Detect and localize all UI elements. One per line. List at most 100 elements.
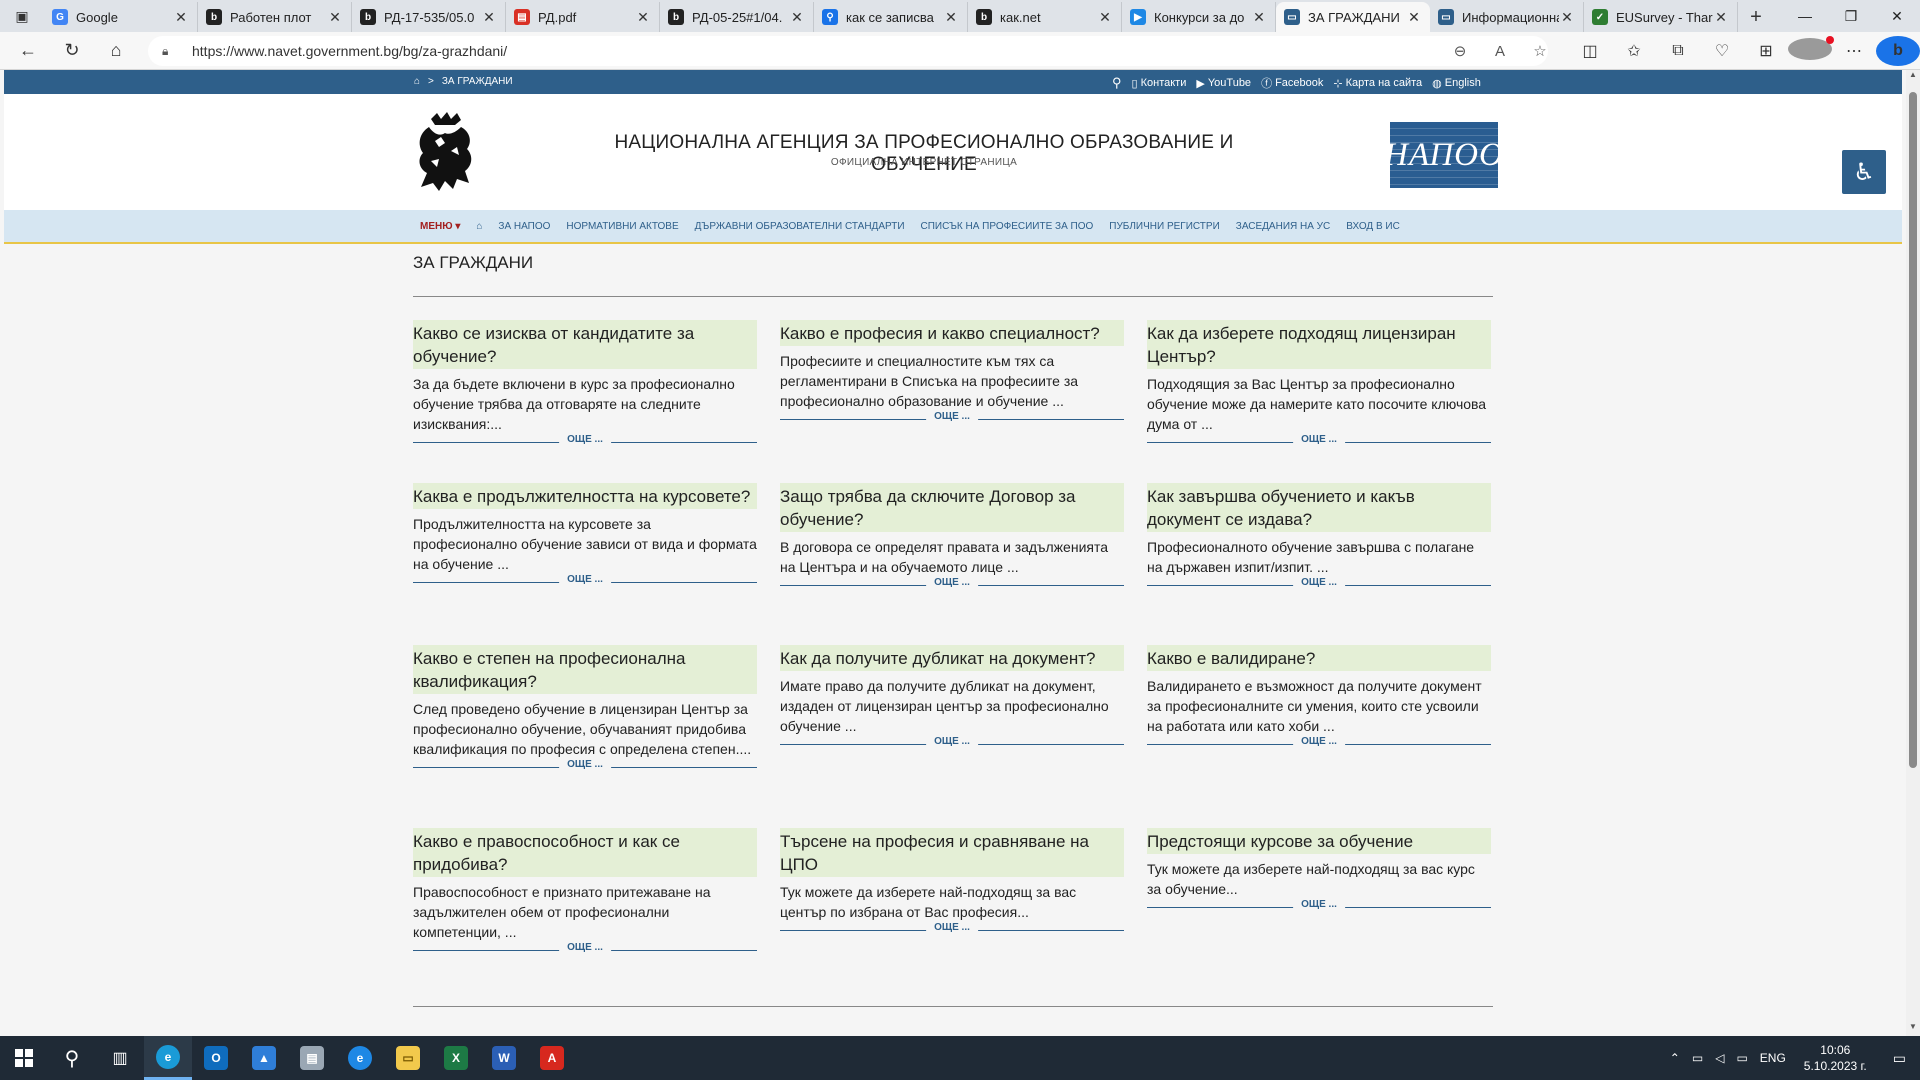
faq-card-title[interactable]: Как да изберете подходящ лицензиран Цент… — [1147, 320, 1491, 369]
more-link[interactable]: ОЩЕ ... — [1147, 577, 1491, 591]
browser-tab[interactable]: ▭ Информационна ✕ — [1430, 2, 1584, 32]
scroll-down-icon[interactable]: ▼ — [1906, 1022, 1920, 1036]
browser-tab[interactable]: ▶ Конкурси за до ✕ — [1122, 2, 1276, 32]
nav-home-icon[interactable]: ⌂ — [476, 221, 482, 232]
more-link[interactable]: ОЩЕ ... — [780, 577, 1124, 591]
nav-item[interactable]: ДЪРЖАВНИ ОБРАЗОВАТЕЛНИ СТАНДАРТИ — [695, 221, 905, 232]
browser-tab[interactable]: b Работен плот ✕ — [198, 2, 352, 32]
tab-close-icon[interactable]: ✕ — [789, 9, 805, 26]
youtube-link[interactable]: ▶ YouTube — [1196, 77, 1251, 90]
contacts-link[interactable]: ▯ Контакти — [1132, 77, 1187, 90]
faq-card-title[interactable]: Какво се изисква от кандидатите за обуче… — [413, 320, 757, 369]
nav-item[interactable]: НОРМАТИВНИ АКТОВЕ — [566, 221, 678, 232]
tab-close-icon[interactable]: ✕ — [1097, 9, 1113, 26]
nav-item[interactable]: СПИСЪК НА ПРОФЕСИИТЕ ЗА ПОО — [921, 221, 1094, 232]
tab-close-icon[interactable]: ✕ — [1406, 9, 1422, 26]
more-link[interactable]: ОЩЕ ... — [413, 434, 757, 448]
scroll-thumb[interactable] — [1909, 92, 1917, 768]
close-window-icon[interactable]: ✕ — [1874, 0, 1920, 32]
browser-tab[interactable]: G Google ✕ — [44, 2, 198, 32]
outlook-icon[interactable]: O — [192, 1036, 240, 1080]
nav-item[interactable]: ЗА НАПОО — [498, 221, 550, 232]
faq-card-title[interactable]: Как да получите дубликат на документ? — [780, 645, 1124, 671]
browser-tab[interactable]: ⚲ как се записва ✕ — [814, 2, 968, 32]
faq-card-title[interactable]: Как завършва обучението и какъв документ… — [1147, 483, 1491, 532]
facebook-link[interactable]: ⓕ Facebook — [1261, 75, 1323, 91]
tab-close-icon[interactable]: ✕ — [173, 9, 189, 26]
page-scrollbar[interactable]: ▲ ▼ — [1906, 70, 1920, 1036]
coat-of-arms-logo[interactable] — [411, 111, 479, 193]
settings-more-icon[interactable]: ⋯ — [1832, 41, 1876, 61]
faq-card-title[interactable]: Какво е степен на професионална квалифик… — [413, 645, 757, 694]
browser-tab[interactable]: b РД-05-25#1/04. ✕ — [660, 2, 814, 32]
accessibility-icon[interactable]: ♿︎ — [1842, 150, 1886, 194]
language-indicator[interactable]: ENG — [1754, 1051, 1792, 1065]
more-link[interactable]: ОЩЕ ... — [413, 942, 757, 956]
tab-close-icon[interactable]: ✕ — [943, 9, 959, 26]
menu-toggle[interactable]: МЕНЮ ▾ — [420, 221, 460, 232]
split-screen-icon[interactable]: ◫ — [1568, 41, 1612, 61]
tab-close-icon[interactable]: ✕ — [1251, 9, 1267, 26]
internet-explorer-icon[interactable]: e — [336, 1036, 384, 1080]
faq-card-title[interactable]: Какво е професия и какво специалност? — [780, 320, 1124, 346]
english-link[interactable]: ◍ English — [1432, 77, 1481, 90]
battery-icon[interactable]: ▭ — [1686, 1051, 1709, 1065]
faq-card-title[interactable]: Търсене на професия и сравняване на ЦПО — [780, 828, 1124, 877]
edge-browser-icon[interactable]: e — [144, 1036, 192, 1080]
browser-tab[interactable]: ▤ РД.pdf ✕ — [506, 2, 660, 32]
restore-icon[interactable]: ❐ — [1828, 0, 1874, 32]
faq-card-title[interactable]: Какво е валидиране? — [1147, 645, 1491, 671]
search-taskbar-icon[interactable]: ⚲ — [48, 1036, 96, 1080]
faq-card-title[interactable]: Какво е правоспособност и как се придоби… — [413, 828, 757, 877]
sitemap-link[interactable]: ⊹ Карта на сайта — [1333, 77, 1422, 90]
acrobat-icon[interactable]: A — [528, 1036, 576, 1080]
tab-actions-icon[interactable]: ▣ — [0, 0, 44, 32]
search-icon[interactable]: ⚲ — [1112, 75, 1122, 91]
task-view-icon[interactable]: ▥ — [96, 1036, 144, 1080]
collections-icon[interactable]: ⧉ — [1656, 42, 1700, 60]
tab-close-icon[interactable]: ✕ — [635, 9, 651, 26]
word-icon[interactable]: W — [480, 1036, 528, 1080]
url-field[interactable]: 🔒︎ https://www.navet.government.bg/bg/za… — [148, 36, 1548, 66]
notepad-icon[interactable]: ▤ — [288, 1036, 336, 1080]
favorites-icon[interactable]: ✩ — [1612, 41, 1656, 61]
browser-tab[interactable]: ✓ EUSurvey - Thar ✕ — [1584, 2, 1738, 32]
excel-icon[interactable]: X — [432, 1036, 480, 1080]
new-tab-button[interactable]: + — [1738, 2, 1774, 32]
more-link[interactable]: ОЩЕ ... — [780, 922, 1124, 936]
minimize-icon[interactable]: — — [1782, 0, 1828, 32]
volume-icon[interactable]: ◁ — [1709, 1051, 1730, 1065]
browser-tab[interactable]: b как.net ✕ — [968, 2, 1122, 32]
napoo-logo[interactable]: НАПОО — [1384, 122, 1503, 188]
back-button[interactable]: ← — [6, 32, 50, 70]
more-link[interactable]: ОЩЕ ... — [780, 411, 1124, 425]
tray-chevron-icon[interactable]: ⌃ — [1664, 1051, 1686, 1065]
scroll-up-icon[interactable]: ▲ — [1906, 70, 1920, 84]
zoom-icon[interactable]: ⊖ — [1440, 42, 1480, 60]
more-link[interactable]: ОЩЕ ... — [1147, 899, 1491, 913]
tab-close-icon[interactable]: ✕ — [1713, 9, 1729, 26]
profile-avatar[interactable] — [1788, 35, 1834, 65]
home-button[interactable]: ⌂ — [94, 32, 138, 70]
nav-item[interactable]: ПУБЛИЧНИ РЕГИСТРИ — [1109, 221, 1220, 232]
tab-close-icon[interactable]: ✕ — [481, 9, 497, 26]
browser-tab[interactable]: ▭ ЗА ГРАЖДАНИ ✕ — [1276, 2, 1430, 32]
faq-card-title[interactable]: Каква е продължителността на курсовете? — [413, 483, 757, 509]
faq-card-title[interactable]: Предстоящи курсове за обучение — [1147, 828, 1491, 854]
read-aloud-icon[interactable]: A — [1480, 43, 1520, 60]
tab-close-icon[interactable]: ✕ — [327, 9, 343, 26]
favorite-star-icon[interactable]: ☆ — [1520, 42, 1560, 60]
more-link[interactable]: ОЩЕ ... — [413, 574, 757, 588]
extensions-icon[interactable]: ⊞ — [1744, 41, 1788, 61]
bing-chat-icon[interactable]: b — [1876, 36, 1920, 66]
app-icon[interactable]: ▲ — [240, 1036, 288, 1080]
more-link[interactable]: ОЩЕ ... — [413, 759, 757, 773]
nav-item[interactable]: ВХОД В ИС — [1346, 221, 1400, 232]
network-icon[interactable]: ▭ — [1730, 1051, 1753, 1065]
home-icon[interactable]: ⌂ — [414, 76, 420, 87]
notifications-icon[interactable]: ▭ — [1879, 1050, 1920, 1067]
faq-card-title[interactable]: Защо трябва да сключите Договор за обуче… — [780, 483, 1124, 532]
more-link[interactable]: ОЩЕ ... — [780, 736, 1124, 750]
start-windows-icon[interactable] — [0, 1036, 48, 1080]
file-explorer-icon[interactable]: ▭ — [384, 1036, 432, 1080]
